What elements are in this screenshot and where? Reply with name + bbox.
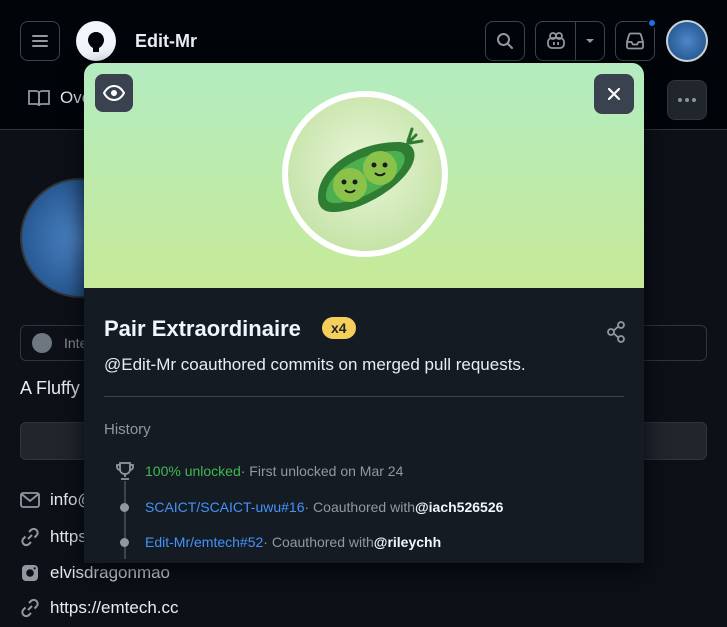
copilot-button[interactable] (536, 22, 576, 60)
contact-link[interactable]: https://emtech.cc (20, 598, 179, 618)
link-icon (21, 527, 39, 547)
contact-instagram[interactable]: elvisdragonmao (20, 563, 170, 583)
close-button[interactable] (594, 74, 634, 114)
history-item: SCAICT/SCAICT-uwu#16 · Coauthored with @… (104, 497, 503, 517)
more-options-button[interactable] (667, 80, 707, 120)
chevron-down-icon (586, 39, 594, 43)
achievement-tier-badge: x4 (322, 317, 356, 339)
trophy-icon (115, 462, 134, 480)
status-emoji-icon (32, 333, 52, 353)
book-icon (28, 90, 50, 107)
achievement-title: Pair Extraordinaire (104, 316, 301, 341)
header-username[interactable]: Edit-Mr (135, 31, 197, 52)
contact-link-text: https://emtech.cc (50, 598, 179, 617)
history-text: · Coauthored with (304, 499, 416, 515)
history-user-link[interactable]: @iach526526 (415, 499, 503, 515)
mail-icon (20, 492, 40, 508)
achievement-badge (282, 91, 448, 257)
instagram-icon (22, 565, 38, 581)
pea-pod-icon (318, 127, 424, 212)
history-heading: History (104, 421, 151, 438)
search-button[interactable] (485, 21, 525, 61)
history-pr-link[interactable]: Edit-Mr/emtech#52 (145, 534, 263, 550)
achievement-banner (84, 63, 644, 288)
history-text: · Coauthored with (263, 534, 374, 550)
user-avatar[interactable] (666, 20, 708, 62)
history-item: Edit-Mr/emtech#52 · Coauthored with @ril… (104, 532, 441, 552)
history-user-link[interactable]: @rileychh (374, 534, 441, 550)
achievement-dialog: Pair Extraordinaire x4 @Edit-Mr coauthor… (84, 63, 644, 563)
contact-instagram-text: elvisdragonmao (50, 563, 171, 582)
history-item: 100% unlocked · First unlocked on Mar 24 (104, 461, 403, 481)
inbox-icon (626, 32, 644, 50)
link-icon (21, 598, 39, 618)
divider (104, 396, 624, 397)
eye-icon (103, 85, 125, 101)
hamburger-icon (32, 35, 48, 47)
copilot-dropdown-button[interactable] (576, 22, 604, 60)
history-pr-link[interactable]: SCAICT/SCAICT-uwu#16 (145, 499, 305, 515)
timeline-dot (120, 537, 129, 547)
menu-button[interactable] (20, 21, 60, 61)
notification-indicator (647, 18, 657, 28)
achievement-description: @Edit-Mr coauthored commits on merged pu… (104, 355, 526, 374)
timeline-dot (120, 502, 129, 512)
github-logo-icon[interactable] (76, 21, 116, 61)
copilot-icon (546, 32, 565, 49)
search-icon (497, 33, 513, 49)
kebab-icon (678, 98, 696, 102)
copilot-button-group (535, 21, 605, 61)
visibility-button[interactable] (95, 74, 133, 112)
unlock-status: 100% unlocked (145, 463, 241, 479)
share-icon[interactable] (606, 321, 626, 343)
close-icon (607, 87, 621, 101)
unlock-date: · First unlocked on Mar 24 (240, 463, 404, 479)
